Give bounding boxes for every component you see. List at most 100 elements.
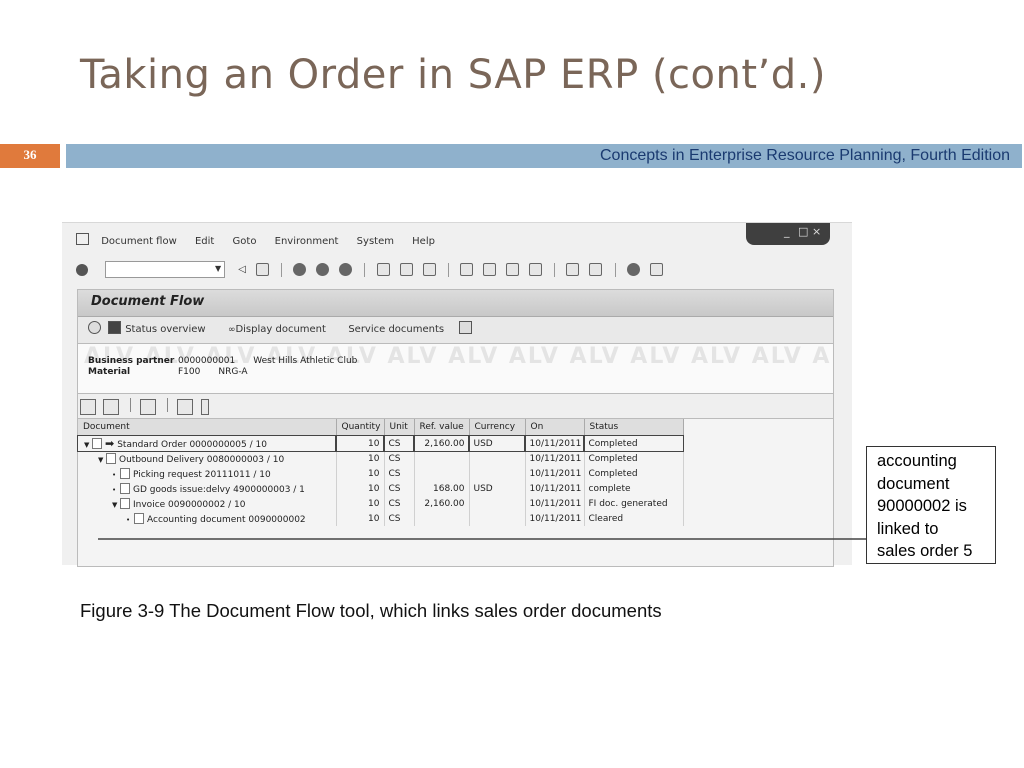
column-header[interactable]: Status (584, 419, 684, 436)
find-next-icon[interactable] (422, 263, 436, 276)
magnifier-icon[interactable] (88, 321, 101, 334)
business-partner-row: Business partner 0000000001 West Hills Ath… (88, 356, 375, 366)
status-overview-button[interactable]: Status overview (125, 324, 205, 335)
table-row[interactable]: • Picking request 20111011 / 10 10 CS 10/11/… (78, 466, 684, 481)
ref-value-cell: 168.00 (414, 481, 470, 496)
column-header[interactable]: Ref. value (414, 419, 470, 436)
help-icon[interactable] (626, 263, 640, 276)
status-cell: Completed (583, 434, 684, 452)
quantity-cell: 10 (336, 511, 385, 526)
status-cell: Cleared (584, 511, 684, 526)
grid-body: ▼ ➡ Standard Order 0000000005 / 10 10 CS 2,16… (77, 434, 684, 526)
menu-goto[interactable]: Goto (233, 236, 257, 247)
grid-header-row: Document Quantity Unit Ref. value Curren… (78, 419, 684, 436)
column-header[interactable]: On (525, 419, 585, 436)
document-label: Accounting document 0090000002 (147, 514, 306, 525)
unit-cell: CS (384, 511, 415, 526)
expand-toggle-icon[interactable]: ▼ (98, 456, 106, 464)
minimize-icon[interactable]: _ (784, 225, 790, 238)
column-header[interactable]: Document (78, 419, 337, 436)
document-cell[interactable]: • Accounting document 0090000002 (78, 511, 337, 526)
column-header[interactable]: Currency (469, 419, 526, 436)
cancel-icon[interactable] (339, 263, 353, 276)
close-icon[interactable]: × (812, 225, 821, 238)
callout-line: accounting (877, 452, 957, 470)
document-label: Outbound Delivery 0080000003 / 10 (119, 454, 285, 465)
binoculars-icon[interactable] (140, 398, 157, 415)
print-icon[interactable] (376, 263, 390, 276)
collapse-icon[interactable] (80, 398, 96, 415)
back-arrow-icon[interactable]: ◁ (238, 264, 246, 275)
maximize-icon[interactable]: □ (798, 225, 808, 238)
expand-toggle-icon[interactable]: ▼ (112, 501, 120, 509)
expand-toggle-icon[interactable]: ▼ (84, 441, 92, 449)
toolbar-separator (281, 262, 283, 277)
toolbar-separator (447, 262, 449, 277)
table-row[interactable]: ▼ Invoice 0090000002 / 10 10 CS 2,160.00 10/1… (78, 496, 684, 511)
currency-cell (469, 496, 526, 511)
dropdown-icon[interactable] (200, 398, 209, 415)
binoculars-icon[interactable] (458, 321, 472, 334)
print-icon[interactable] (177, 398, 194, 415)
application-toolbar: Status overview ∞Display document Servic… (78, 317, 833, 344)
chevron-down-icon[interactable]: ▼ (215, 264, 221, 273)
document-label: Invoice 0090000002 / 10 (133, 499, 246, 510)
first-page-icon[interactable] (459, 263, 473, 276)
callout-line: linked to (877, 519, 939, 538)
menu-document-flow[interactable]: Document flow (101, 236, 177, 247)
table-row[interactable]: ▼ Outbound Delivery 0080000003 / 10 10 CS 10… (78, 451, 684, 466)
toolbar-separator (614, 262, 616, 277)
tree-bullet-icon: • (126, 515, 131, 524)
menu-system[interactable]: System (357, 236, 394, 247)
document-cell[interactable]: • Picking request 20111011 / 10 (78, 466, 337, 481)
document-cell[interactable]: ▼ Outbound Delivery 0080000003 / 10 (78, 451, 337, 466)
menu-environment[interactable]: Environment (275, 236, 339, 247)
menu-exit-icon[interactable] (76, 233, 89, 245)
tree-bullet-icon: • (112, 470, 117, 479)
document-cell[interactable]: ▼ ➡ Standard Order 0000000005 / 10 (77, 434, 337, 452)
display-document-button[interactable]: Display document (235, 324, 326, 335)
menu-help[interactable]: Help (412, 236, 435, 247)
material-label: Material (88, 367, 131, 377)
new-session-icon[interactable] (566, 263, 580, 276)
business-partner-id: 0000000001 (178, 356, 236, 366)
unit-cell: CS (383, 434, 415, 452)
table-row[interactable]: • GD goods issue:delvy 4900000003 / 1 10 CS… (78, 481, 684, 496)
document-icon (120, 482, 130, 494)
callout-line: document (877, 474, 950, 493)
previous-page-icon[interactable] (483, 263, 497, 276)
command-field[interactable]: ▼ (105, 261, 226, 278)
service-documents-button[interactable]: Service documents (348, 324, 444, 335)
quantity-cell: 10 (336, 481, 385, 496)
ref-value-cell: 2,160.00 (413, 434, 470, 452)
quantity-cell: 10 (336, 451, 385, 466)
quantity-cell: 10 (336, 466, 385, 481)
arrow-right-icon: ➡ (105, 437, 115, 450)
date-cell: 10/11/2011 (525, 466, 585, 481)
layout-menu-icon[interactable] (649, 263, 663, 276)
expand-icon[interactable] (103, 398, 120, 415)
column-header[interactable]: Unit (384, 419, 415, 436)
find-icon[interactable] (399, 263, 413, 276)
column-header[interactable]: Quantity (336, 419, 385, 436)
date-cell: 10/11/2011 (525, 496, 585, 511)
save-icon[interactable] (255, 263, 269, 276)
exit-icon[interactable] (316, 263, 330, 276)
next-page-icon[interactable] (506, 263, 520, 276)
table-row[interactable]: • Accounting document 0090000002 10 CS 10/11… (78, 511, 684, 526)
table-row[interactable]: ▼ ➡ Standard Order 0000000005 / 10 10 CS 2,16… (77, 434, 684, 452)
unit-cell: CS (384, 466, 415, 481)
material-name: NRG-A (218, 367, 248, 377)
ref-value-cell (414, 466, 470, 481)
shortcut-icon[interactable] (589, 263, 603, 276)
back-icon[interactable] (293, 263, 307, 276)
document-cell[interactable]: • GD goods issue:delvy 4900000003 / 1 (78, 481, 337, 496)
menu-edit[interactable]: Edit (195, 236, 214, 247)
document-cell[interactable]: ▼ Invoice 0090000002 / 10 (78, 496, 337, 511)
menu-bar: Document flow Edit Goto Environment Syst… (76, 233, 450, 249)
last-page-icon[interactable] (529, 263, 543, 276)
unit-cell: CS (384, 451, 415, 466)
enter-check-icon[interactable] (76, 263, 88, 276)
toolbar-separator (554, 262, 556, 277)
alv-toolbar (78, 394, 833, 419)
